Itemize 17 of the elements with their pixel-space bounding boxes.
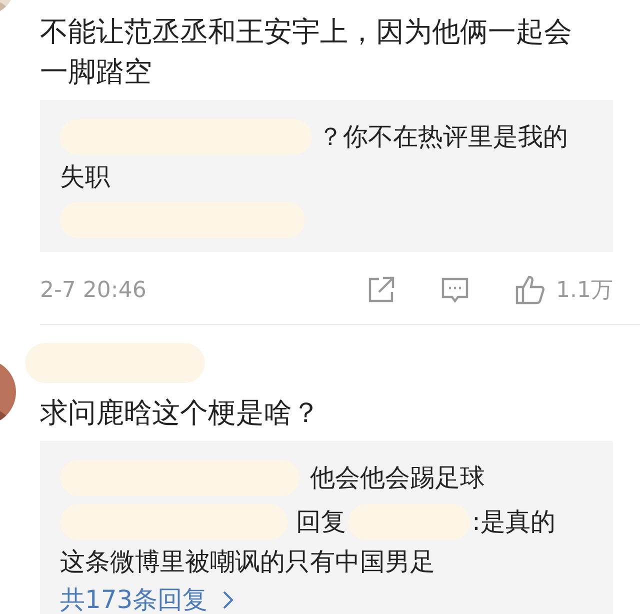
thumbs-up-icon [514, 274, 546, 306]
share-icon [366, 275, 396, 305]
comment-button[interactable] [440, 275, 470, 305]
reply-prefix: 回复 [296, 506, 346, 538]
reply-text: 失职 [60, 161, 110, 193]
chevron-icon [222, 590, 234, 610]
comment-icon [440, 275, 470, 305]
reply-text: ？你不在热评里是我的 [318, 121, 568, 153]
comment-text: 不能让范丞丞和王安宇上，因为他俩一起会一脚踏空 [40, 14, 573, 90]
reply-text: 这条微博里被嘲讽的只有中国男足 [60, 546, 435, 578]
share-button[interactable] [366, 275, 396, 305]
more-replies-link[interactable]: 共173条回复 [60, 582, 234, 614]
timestamp: 2-7 20:46 [40, 278, 148, 302]
comment-text: 求问鹿晗这个梗是啥？ [40, 395, 321, 431]
like-button[interactable]: 1.1万 [514, 274, 613, 306]
reply-text: 他会他会踢足球 [310, 462, 485, 494]
reply-text: :是真的 [472, 506, 556, 538]
